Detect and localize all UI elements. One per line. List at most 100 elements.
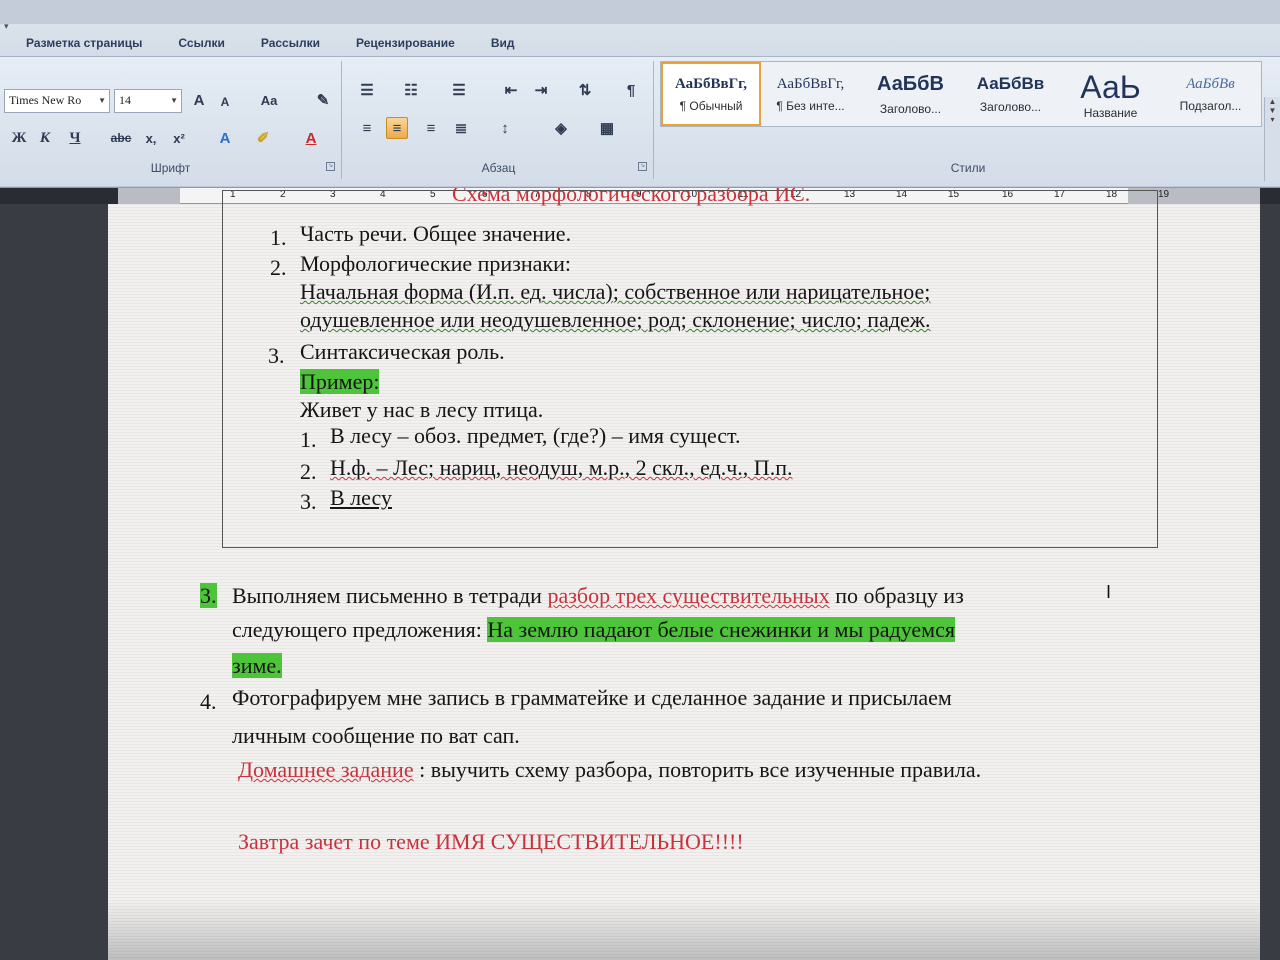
ribbon-tabs: Разметка страницы Ссылки Рассылки Реценз… — [0, 30, 1280, 56]
tomorrow-notice: Завтра зачет по теме ИМЯ СУЩЕСТВИТЕЛЬНОЕ… — [238, 829, 744, 854]
decrease-indent-icon[interactable]: ⇤ — [500, 79, 522, 101]
shrink-font-icon[interactable]: A — [214, 91, 236, 113]
task3-highlight: зиме. — [232, 653, 282, 678]
pilcrow-icon[interactable]: ¶ — [620, 79, 642, 101]
font-group-label: Шрифт — [150, 161, 191, 175]
style-heading-1[interactable]: АаБбВ Заголово... — [861, 62, 961, 126]
sub-list-number: 1. — [300, 427, 317, 452]
task3-text: следующего предложения: — [232, 617, 482, 642]
font-dialog-launcher-icon[interactable]: ↘ — [326, 162, 335, 171]
style-subtitle[interactable]: АаБбВв Подзагол... — [1161, 62, 1261, 126]
style-name: Название — [1083, 105, 1138, 120]
paragraph-group: ☰ ☷ ☰ ⇤ ⇥ ⇅ ¶ ≡ ≡ ≡ ≣ ↕ ◈ ▦ Абзац ↘ — [344, 61, 654, 179]
font-size-select[interactable]: 14 ▼ — [114, 89, 182, 113]
homework-line: Домашнее задание : выучить схему разбора… — [238, 756, 981, 784]
page-shadow — [108, 900, 1260, 960]
style-heading-2[interactable]: АаБбВв Заголово... — [961, 62, 1061, 126]
borders-icon[interactable]: ▦ — [596, 117, 618, 139]
underline-icon[interactable]: Ч — [64, 127, 86, 149]
task3-highlight: На землю падают белые снежинки и мы раду… — [487, 617, 955, 642]
italic-icon[interactable]: К — [34, 127, 56, 149]
quick-access-strip — [0, 0, 1280, 24]
tab-mailings[interactable]: Рассылки — [261, 36, 320, 50]
style-sample: АаЬ — [1080, 68, 1141, 105]
font-group: Times New Ro ▼ 14 ▼ A A Aa ✎ Ж К Ч abc x… — [0, 61, 342, 179]
subscript-icon[interactable]: x, — [140, 127, 162, 149]
tab-page-layout[interactable]: Разметка страницы — [26, 36, 142, 50]
align-left-icon[interactable]: ≡ — [356, 117, 378, 139]
task4-line2: личным сообщение по ват сап. — [232, 723, 520, 748]
sub-list-number: 3. — [300, 489, 317, 514]
morph-line-2: одушевленное или неодушевленное; род; ск… — [300, 307, 931, 332]
grow-font-icon[interactable]: A — [188, 89, 210, 111]
sub-list-item: В лесу – обоз. предмет, (где?) – имя сущ… — [330, 423, 741, 448]
homework-text: : выучить схему разбора, повторить все и… — [419, 757, 982, 782]
font-name-select[interactable]: Times New Ro ▼ — [4, 89, 110, 113]
example-sentence: Живет у нас в лесу птица. — [300, 397, 544, 422]
style-title[interactable]: АаЬ Название — [1061, 62, 1161, 126]
sub-list-number: 2. — [300, 459, 317, 484]
style-name: Заголово... — [979, 100, 1042, 114]
style-name: Заголово... — [879, 101, 942, 116]
task4-number: 4. — [200, 689, 217, 714]
sub-list-item: Н.ф. – Лес; нариц, неодуш, м.р., 2 скл.,… — [330, 455, 793, 480]
sort-icon[interactable]: ⇅ — [574, 79, 596, 101]
chevron-down-icon: ▼ — [98, 96, 106, 105]
morph-line-1: Начальная форма (И.п. ед. числа); собств… — [300, 279, 931, 304]
ribbon: ▾ Разметка страницы Ссылки Рассылки Реце… — [0, 0, 1280, 188]
task3-line2: следующего предложения: На землю падают … — [232, 616, 955, 644]
paragraph-dialog-launcher-icon[interactable]: ↘ — [638, 162, 647, 171]
clear-formatting-icon[interactable]: ✎ — [312, 89, 334, 111]
highlight-color-icon[interactable]: ✐ — [252, 127, 274, 149]
sub-list-item: В лесу — [330, 485, 392, 510]
style-no-spacing[interactable]: АаБбВвГг, ¶ Без инте... — [761, 62, 861, 126]
style-name: ¶ Обычный — [679, 98, 743, 113]
homework-label: Домашнее задание — [238, 757, 414, 782]
style-name: Подзагол... — [1179, 98, 1242, 113]
font-name-value: Times New Ro — [9, 93, 82, 107]
task3-red-text: разбор трех существительных — [547, 583, 830, 608]
task3-line1: Выполняем письменно в тетради разбор тре… — [232, 582, 964, 610]
line-spacing-icon[interactable]: ↕ — [494, 117, 516, 139]
multilevel-list-icon[interactable]: ☰ — [448, 79, 470, 101]
styles-group-label: Стили — [950, 161, 986, 175]
text-effects-icon[interactable]: A — [214, 127, 236, 149]
superscript-icon[interactable]: x² — [168, 127, 190, 149]
ruler-left-margin — [118, 188, 180, 204]
tab-review[interactable]: Рецензирование — [356, 36, 455, 50]
style-sample: АаБбВв — [1186, 75, 1235, 92]
change-case-icon[interactable]: Aa — [258, 89, 280, 111]
increase-indent-icon[interactable]: ⇥ — [530, 79, 552, 101]
task3-text: по образцу из — [835, 583, 964, 608]
table-title-cut: Схема морфологического разбора ИС. — [452, 188, 811, 206]
align-center-icon[interactable]: ≡ — [386, 117, 408, 139]
strikethrough-icon[interactable]: abc — [110, 127, 132, 149]
justify-icon[interactable]: ≣ — [450, 117, 472, 139]
style-normal[interactable]: АаБбВвГг, ¶ Обычный — [661, 62, 761, 126]
align-right-icon[interactable]: ≡ — [420, 117, 442, 139]
list-item: Морфологические признаки: — [300, 251, 571, 276]
list-number: 3. — [268, 343, 285, 368]
font-size-value: 14 — [119, 93, 131, 107]
list-number: 1. — [270, 225, 287, 250]
bold-icon[interactable]: Ж — [8, 127, 30, 149]
ruler-number: 19 — [1158, 189, 1170, 200]
ribbon-body: Times New Ro ▼ 14 ▼ A A Aa ✎ Ж К Ч abc x… — [0, 56, 1280, 186]
styles-gallery: АаБбВвГг, ¶ Обычный АаБбВвГг, ¶ Без инте… — [660, 61, 1262, 127]
tab-references[interactable]: Ссылки — [178, 36, 224, 50]
paragraph-group-label: Абзац — [481, 161, 516, 175]
shading-icon[interactable]: ◈ — [550, 117, 572, 139]
task3-text: Выполняем письменно в тетради — [232, 583, 542, 608]
style-sample: АаБбВ — [877, 72, 944, 95]
numbering-icon[interactable]: ☷ — [400, 79, 422, 101]
style-sample: АаБбВвГг, — [674, 75, 748, 92]
example-label: Пример: — [300, 369, 380, 394]
bullets-icon[interactable]: ☰ — [356, 79, 378, 101]
task3-number: 3. — [200, 583, 217, 608]
style-sample: АаБбВв — [976, 74, 1045, 93]
task4-line1: Фотографируем мне запись в грамматейке и… — [232, 685, 952, 710]
styles-gallery-scroll[interactable]: ▲ ▼ ▾ — [1264, 97, 1280, 181]
tab-view[interactable]: Вид — [491, 36, 515, 50]
font-color-icon[interactable]: A — [300, 127, 322, 149]
chevron-down-icon: ▼ — [170, 96, 178, 105]
